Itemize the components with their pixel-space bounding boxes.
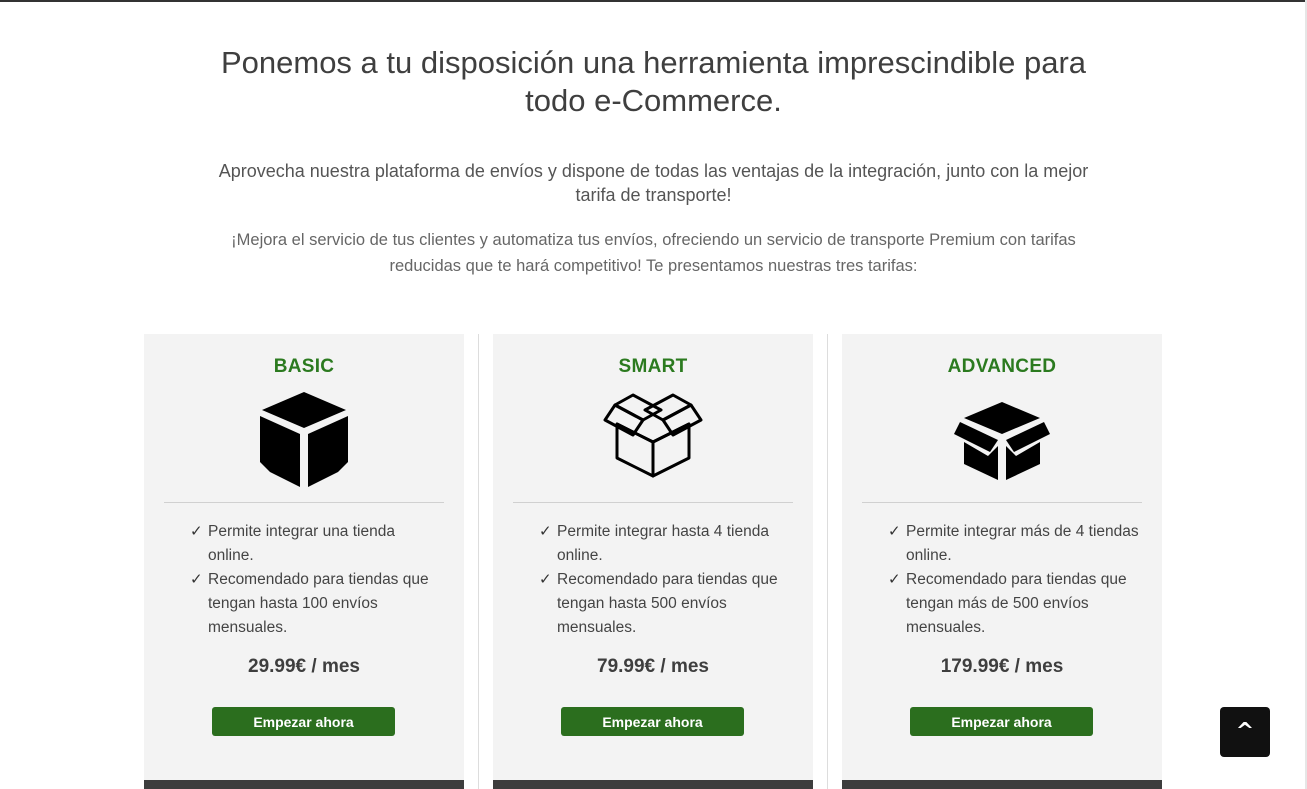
start-now-button[interactable]: Empezar ahora: [212, 707, 395, 736]
intro-text: ¡Mejora el servicio de tus clientes y au…: [231, 231, 1076, 275]
plan-price: 179.99€ / mes: [940, 656, 1064, 677]
feature-list: ✓ Permite integrar más de 4 tiendas onlin…: [888, 520, 1140, 640]
plan-price: 79.99€ / mes: [597, 656, 709, 677]
divider: [862, 502, 1142, 503]
feature-list: ✓ Permite integrar una tienda online. ✓ Re…: [190, 520, 442, 640]
card-bottom-bar: [144, 780, 464, 789]
card-bottom-bar: [493, 780, 813, 789]
back-to-top-button[interactable]: ^: [1220, 707, 1270, 757]
plan-title: ADVANCED: [947, 356, 1057, 377]
list-item: ✓ Recomendado para tiendas que tengan has…: [190, 568, 442, 640]
divider: [164, 502, 444, 503]
plan-card-basic: BASIC ✓ Permite integrar una tienda onlin…: [144, 334, 464, 789]
pricing-plans: BASIC ✓ Permite integrar una tienda onlin…: [144, 334, 1162, 789]
open-box-outline-icon: [603, 390, 703, 490]
solid-box-icon: [254, 390, 354, 490]
divider: [513, 502, 793, 503]
list-item: ✓ Permite integrar una tienda online.: [190, 520, 442, 568]
list-item: ✓ Permite integrar hasta 4 tienda online.: [539, 520, 791, 568]
checkmark-icon: ✓: [539, 571, 552, 588]
page-subtitle: Aprovecha nuestra plataforma de envíos y…: [218, 161, 1089, 205]
card-bottom-bar: [842, 780, 1162, 789]
list-item: ✓ Recomendado para tiendas que tengan has…: [539, 568, 791, 640]
plan-title: SMART: [618, 356, 688, 377]
plan-price: 29.99€ / mes: [248, 656, 360, 677]
list-item: ✓ Recomendado para tiendas que tengan más…: [888, 568, 1140, 640]
plan-title: BASIC: [273, 356, 335, 377]
checkmark-icon: ✓: [539, 523, 552, 540]
open-box-solid-icon: [952, 390, 1052, 490]
checkmark-icon: ✓: [888, 571, 901, 588]
plan-card-advanced: ADVANCED ✓ Permite integrar más de 4 tien…: [842, 334, 1162, 789]
list-item: ✓ Permite integrar más de 4 tiendas onlin…: [888, 520, 1140, 568]
plan-card-smart: SMART ✓ Permite integrar hasta 4 tienda o…: [493, 334, 813, 789]
checkmark-icon: ✓: [888, 523, 901, 540]
start-now-button[interactable]: Empezar ahora: [561, 707, 744, 736]
column-divider: [827, 334, 828, 789]
start-now-button[interactable]: Empezar ahora: [910, 707, 1093, 736]
checkmark-icon: ✓: [190, 523, 203, 540]
feature-list: ✓ Permite integrar hasta 4 tienda online.…: [539, 520, 791, 640]
checkmark-icon: ✓: [190, 571, 203, 588]
column-divider: [478, 334, 479, 789]
top-border: [0, 0, 1307, 2]
page-title: Ponemos a tu disposición una herramienta…: [220, 45, 1087, 118]
